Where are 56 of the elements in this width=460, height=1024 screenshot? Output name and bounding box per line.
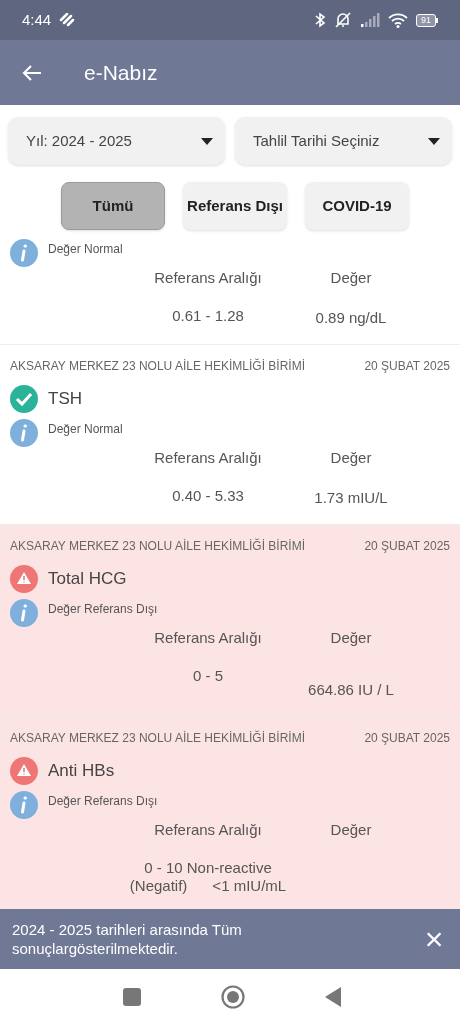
result-value: 0.89 ng/dL [314, 308, 388, 328]
signal-icon [360, 13, 380, 27]
result-date: 20 ŞUBAT 2025 [364, 729, 450, 747]
range-value: 0.40 - 5.33 [171, 487, 245, 505]
test-name: Total HCG [48, 567, 127, 590]
caret-icon [201, 137, 213, 145]
range-value: 0 - 10 Non-reactive (Negatif) <1 mIU/mL [128, 859, 288, 895]
info-icon [10, 418, 38, 447]
app-title: e-Nabız [84, 59, 158, 86]
range-value: 0.61 - 1.28 [171, 307, 245, 325]
status-time: 4:44 [22, 9, 52, 30]
warning-icon [10, 756, 38, 785]
warning-icon [10, 564, 38, 593]
wifi-icon [388, 12, 408, 28]
snackbar-message: 2024 - 2025 tarihleri arasında Tüm sonuçlargösterilmektedir. [12, 920, 243, 958]
facility-name: AKSARAY MERKEZ 23 NOLU AİLE HEKİMLİĞİ BİRİMİ [10, 729, 305, 747]
test-name: Anti HBs [48, 759, 115, 782]
dropdown-label: Yıl: 2024 - 2025 [26, 130, 133, 151]
info-icon [10, 790, 38, 819]
filter-chip[interactable]: COVID-19 [305, 182, 409, 230]
bluetooth-icon [314, 12, 326, 28]
result-value: 664.86 IU / L [307, 680, 395, 700]
recents-icon[interactable] [123, 987, 141, 1006]
facility-name: AKSARAY MERKEZ 23 NOLU AİLE HEKİMLİĞİ BİRİMİ [10, 357, 305, 375]
result-date: 20 ŞUBAT 2025 [364, 537, 450, 555]
home-icon[interactable] [221, 984, 245, 1009]
column-header: Değer [329, 267, 373, 288]
status-note: Değer Referans Dışı [48, 600, 158, 618]
dropdown[interactable]: Tahlil Tarihi Seçiniz [235, 117, 452, 165]
info-icon [10, 598, 38, 627]
column-header: Referans Aralığı [153, 447, 263, 468]
dropdown[interactable]: Yıl: 2024 - 2025 [8, 117, 225, 165]
battery-icon: 91 [416, 13, 438, 27]
facility-name: AKSARAY MERKEZ 23 NOLU AİLE HEKİMLİĞİ BİRİMİ [10, 537, 305, 555]
filter-chip[interactable]: Tümü [61, 182, 165, 230]
column-header: Referans Aralığı [153, 627, 263, 648]
filter-chip[interactable]: Referans Dışı [183, 182, 287, 230]
check-circle-icon [10, 384, 38, 413]
result-date: 20 ŞUBAT 2025 [364, 357, 450, 375]
back-icon[interactable] [325, 986, 341, 1007]
range-value: 0 - 5 [192, 667, 224, 685]
back-arrow-icon[interactable] [22, 63, 42, 82]
column-header: Referans Aralığı [153, 267, 263, 288]
muted-bell-icon [334, 11, 352, 29]
column-header: Değer [329, 819, 373, 840]
caret-icon [428, 137, 440, 145]
close-button[interactable]: × [420, 923, 448, 955]
test-name: TSH [48, 387, 82, 410]
status-note: Değer Normal [48, 420, 123, 438]
column-header: Değer [329, 627, 373, 648]
status-note: Değer Normal [48, 240, 123, 258]
column-header: Referans Aralığı [153, 819, 263, 840]
column-header: Değer [329, 447, 373, 468]
dropdown-label: Tahlil Tarihi Seçiniz [253, 130, 381, 151]
result-value: 1.73 mIU/L [313, 488, 389, 508]
status-note: Değer Referans Dışı [48, 792, 158, 810]
